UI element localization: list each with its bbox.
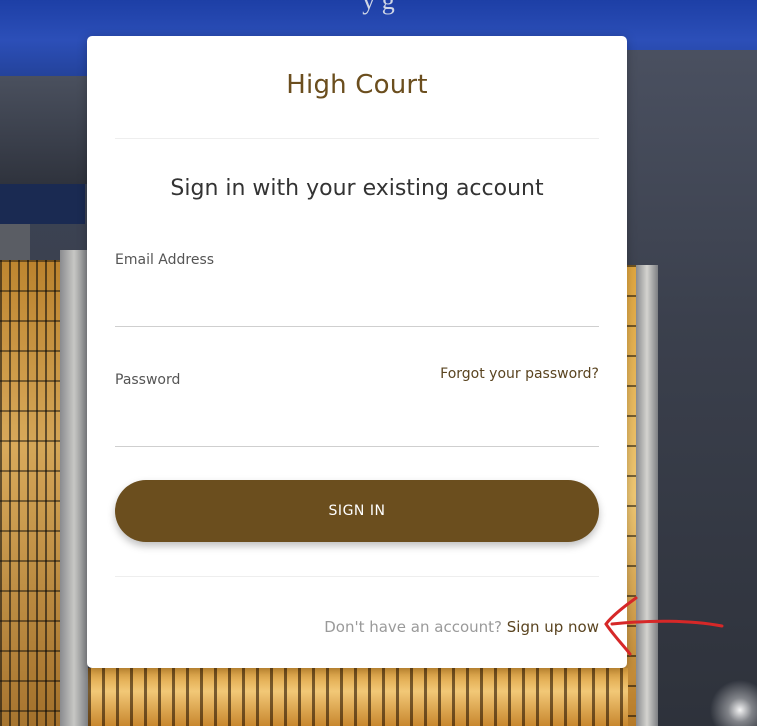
building-pillar-right — [636, 265, 658, 726]
building-lit-windows-bottom — [88, 668, 628, 726]
divider — [115, 138, 599, 139]
password-label: Password — [115, 372, 181, 388]
brand-title: High Court — [286, 70, 428, 100]
email-label: Email Address — [115, 252, 215, 268]
divider — [115, 576, 599, 577]
building-shadow — [0, 184, 85, 224]
password-field[interactable] — [115, 416, 599, 447]
sign-in-button[interactable]: SIGN IN — [115, 480, 599, 542]
login-page: y g High Court Sign in with your existin… — [0, 0, 757, 726]
sign-up-link[interactable]: Sign up now — [507, 618, 599, 636]
light-flare — [710, 680, 757, 726]
signup-row: Don't have an account? Sign up now — [324, 618, 599, 636]
signup-prompt: Don't have an account? — [324, 618, 507, 636]
forgot-password-link[interactable]: Forgot your password? — [440, 366, 599, 382]
building-pillar-left — [60, 250, 88, 726]
building-lit-windows-left — [0, 260, 60, 726]
sign-in-heading: Sign in with your existing account — [170, 176, 544, 201]
sign-in-card: High Court Sign in with your existing ac… — [87, 36, 627, 668]
email-field[interactable] — [115, 296, 599, 327]
cropped-page-heading: y g — [362, 0, 395, 15]
